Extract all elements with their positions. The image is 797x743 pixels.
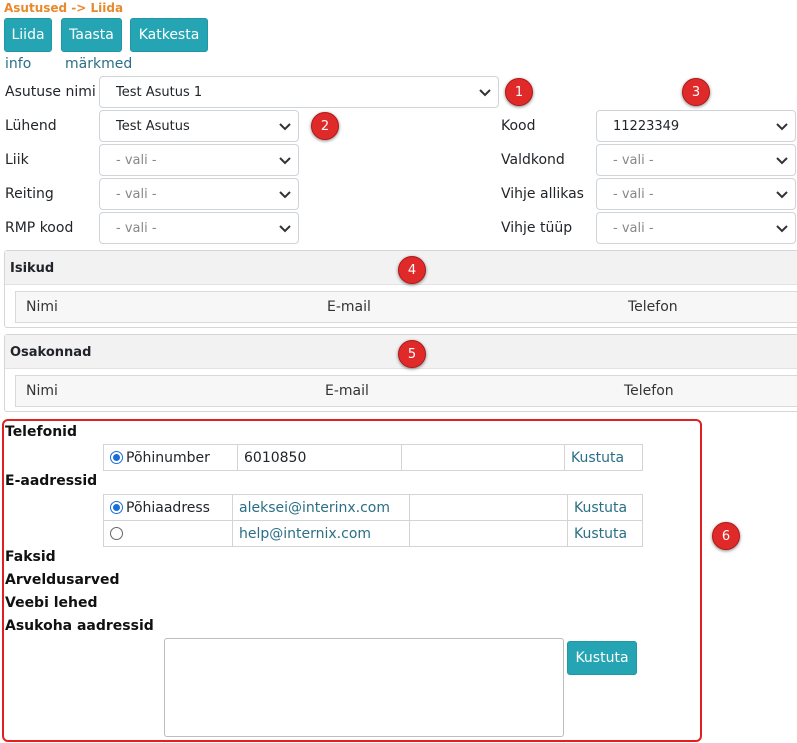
chevron-down-icon xyxy=(279,123,291,131)
email-type: Põhiaadress xyxy=(126,499,210,516)
hint-source-select[interactable]: - vali - xyxy=(596,178,796,210)
marker-1: 1 xyxy=(505,78,533,106)
rmp-code-label: RMP kood xyxy=(5,220,74,236)
accounts-title: Arveldusarved xyxy=(5,572,120,588)
addresses-title: Asukoha aadressid xyxy=(5,618,154,634)
chevron-down-icon xyxy=(479,89,491,97)
persons-col-name[interactable]: Nimi xyxy=(26,299,58,315)
domain-select[interactable]: - vali - xyxy=(596,144,796,176)
email-delete-link[interactable]: Kustuta xyxy=(567,520,643,547)
marker-6: 6 xyxy=(712,522,740,550)
persons-table-header xyxy=(15,291,797,323)
persons-col-email[interactable]: E-mail xyxy=(327,299,371,315)
short-name-value: Test Asutus xyxy=(116,118,190,134)
chevron-down-icon xyxy=(279,191,291,199)
rating-label: Reiting xyxy=(5,186,54,202)
tab-info[interactable]: info xyxy=(5,56,31,72)
chevron-down-icon xyxy=(279,225,291,233)
code-value: 11223349 xyxy=(613,118,680,134)
restore-button[interactable]: Taasta xyxy=(61,18,122,52)
departments-col-name[interactable]: Nimi xyxy=(26,383,58,399)
code-label: Kood xyxy=(501,118,536,134)
table-row: Põhinumber 6010850 Kustuta xyxy=(103,444,643,471)
email-type-cell xyxy=(103,520,233,547)
hint-source-label: Vihje allikas xyxy=(501,186,584,202)
chevron-down-icon xyxy=(776,157,788,165)
hint-source-value: - vali - xyxy=(613,186,654,202)
phone-type-cell: Põhinumber xyxy=(103,444,238,471)
breadcrumb: Asutused -> Liida xyxy=(4,1,124,15)
short-name-select[interactable]: Test Asutus xyxy=(99,110,299,142)
merge-button[interactable]: Liida xyxy=(4,18,52,52)
chevron-down-icon xyxy=(776,191,788,199)
persons-title: Isikud xyxy=(10,261,55,276)
chevron-down-icon xyxy=(776,225,788,233)
rmp-code-select[interactable]: - vali - xyxy=(99,212,299,244)
phone-delete-link[interactable]: Kustuta xyxy=(564,444,643,471)
phone-extra xyxy=(401,444,565,471)
short-name-label: Lühend xyxy=(5,118,57,134)
address-delete-button[interactable]: Kustuta xyxy=(567,641,637,675)
domain-value: - vali - xyxy=(613,152,654,168)
faxes-title: Faksid xyxy=(5,549,56,565)
phone-value: 6010850 xyxy=(237,444,402,471)
domain-label: Valdkond xyxy=(501,152,565,168)
org-name-label: Asutuse nimi xyxy=(5,84,96,100)
primary-radio[interactable] xyxy=(110,501,123,514)
departments-title: Osakonnad xyxy=(10,345,92,360)
phones-table: Põhinumber 6010850 Kustuta xyxy=(103,444,643,471)
email-extra xyxy=(409,520,568,547)
address-textarea[interactable] xyxy=(164,638,564,737)
marker-2: 2 xyxy=(311,112,339,140)
marker-5: 5 xyxy=(398,340,426,368)
tab-notes[interactable]: märkmed xyxy=(65,56,132,72)
hint-type-value: - vali - xyxy=(613,220,654,236)
departments-table-header xyxy=(15,375,797,407)
emails-table: Põhiaadress aleksei@interinx.com Kustuta… xyxy=(103,494,643,547)
marker-4: 4 xyxy=(398,256,426,284)
primary-radio[interactable] xyxy=(110,527,123,540)
phones-title: Telefonid xyxy=(5,424,77,440)
org-name-value: Test Asutus 1 xyxy=(116,84,203,100)
primary-radio[interactable] xyxy=(110,451,123,464)
table-row: Põhiaadress aleksei@interinx.com Kustuta xyxy=(103,494,643,521)
emails-title: E-aadressid xyxy=(5,473,98,489)
table-row: help@internix.com Kustuta xyxy=(103,520,643,547)
org-name-select[interactable]: Test Asutus 1 xyxy=(99,76,499,108)
hint-type-label: Vihje tüüp xyxy=(501,220,573,236)
type-select[interactable]: - vali - xyxy=(99,144,299,176)
marker-3: 3 xyxy=(682,78,710,106)
rmp-code-value: - vali - xyxy=(116,220,157,236)
email-value[interactable]: aleksei@interinx.com xyxy=(232,494,410,521)
type-label: Liik xyxy=(5,152,29,168)
departments-col-email[interactable]: E-mail xyxy=(325,383,369,399)
email-value[interactable]: help@internix.com xyxy=(232,520,410,547)
email-extra xyxy=(409,494,568,521)
cancel-button[interactable]: Katkesta xyxy=(130,18,208,52)
phone-type: Põhinumber xyxy=(126,449,210,466)
web-pages-title: Veebi lehed xyxy=(5,595,98,611)
rating-select[interactable]: - vali - xyxy=(99,178,299,210)
chevron-down-icon xyxy=(776,123,788,131)
departments-col-phone[interactable]: Telefon xyxy=(624,383,674,399)
code-select[interactable]: 11223349 xyxy=(596,110,796,142)
type-value: - vali - xyxy=(116,152,157,168)
rating-value: - vali - xyxy=(116,186,157,202)
persons-col-phone[interactable]: Telefon xyxy=(628,299,678,315)
email-type-cell: Põhiaadress xyxy=(103,494,233,521)
hint-type-select[interactable]: - vali - xyxy=(596,212,796,244)
chevron-down-icon xyxy=(279,157,291,165)
email-delete-link[interactable]: Kustuta xyxy=(567,494,643,521)
